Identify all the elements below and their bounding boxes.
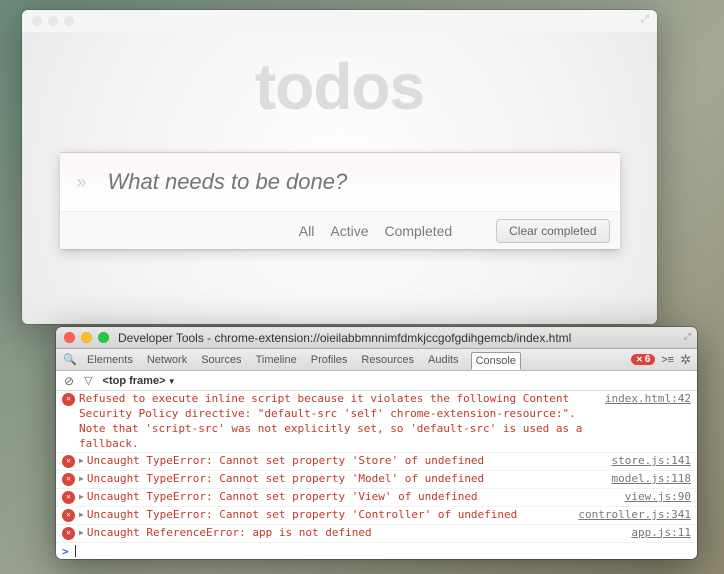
tab-audits[interactable]: Audits (426, 351, 461, 369)
console-error-row: ✕ ▶Uncaught TypeError: Cannot set propert… (56, 507, 697, 525)
log-source-link[interactable]: model.js:118 (612, 472, 691, 487)
error-icon: ✕ (62, 455, 75, 468)
console-error-row: ✕ ▶Uncaught ReferenceError: app is not de… (56, 525, 697, 543)
tab-timeline[interactable]: Timeline (254, 351, 299, 369)
log-source-link[interactable]: controller.js:341 (578, 508, 691, 523)
expand-icon[interactable]: ▶ (79, 474, 84, 485)
devtools-window-title: Developer Tools - chrome-extension://oie… (118, 331, 697, 345)
filter-bar: All Active Completed (299, 223, 452, 239)
clear-completed-button[interactable]: Clear completed (496, 219, 609, 243)
traffic-lights (32, 16, 74, 26)
todo-footer: All Active Completed Clear completed (60, 211, 620, 249)
console-error-row: ✕ Refused to execute inline script becaus… (56, 391, 697, 453)
zoom-icon[interactable] (98, 332, 109, 343)
tab-elements[interactable]: Elements (85, 351, 135, 369)
console-toolbar: ⊘ ▽ <top frame> (56, 371, 697, 391)
expand-icon[interactable]: ▶ (79, 456, 84, 467)
tab-profiles[interactable]: Profiles (309, 351, 350, 369)
console-prompt[interactable]: > (56, 543, 697, 559)
devtools-titlebar: Developer Tools - chrome-extension://oie… (56, 327, 697, 349)
app-titlebar: ⤢ (22, 10, 657, 32)
close-icon[interactable] (32, 16, 42, 26)
log-source-link[interactable]: app.js:11 (631, 526, 691, 541)
log-message: Refused to execute inline script because… (79, 392, 597, 451)
clear-console-icon[interactable]: ⊘ (64, 374, 74, 388)
filter-icon[interactable]: ▽ (84, 374, 92, 387)
log-source-link[interactable]: store.js:141 (612, 454, 691, 469)
devtools-toolbar: 🔍 Elements Network Sources Timeline Profiles… (56, 349, 697, 371)
log-message: Uncaught TypeError: Cannot set property … (87, 490, 617, 505)
filter-all[interactable]: All (299, 223, 315, 239)
console-error-row: ✕ ▶Uncaught TypeError: Cannot set propert… (56, 471, 697, 489)
console-log-area[interactable]: ✕ Refused to execute inline script becaus… (56, 391, 697, 559)
error-icon: ✕ (62, 491, 75, 504)
zoom-icon[interactable] (64, 16, 74, 26)
tab-console[interactable]: Console (471, 352, 521, 370)
error-icon: ✕ (62, 527, 75, 540)
error-count-badge[interactable]: 6 (631, 354, 655, 365)
log-source-link[interactable]: index.html:42 (605, 392, 691, 407)
log-message: Uncaught TypeError: Cannot set property … (87, 472, 604, 487)
todo-card: » All Active Completed Clear completed (60, 152, 620, 249)
todos-app-window: ⤢ todos » All Active Completed Clear com… (22, 10, 657, 324)
log-message: Uncaught TypeError: Cannot set property … (87, 454, 604, 469)
console-error-row: ✕ ▶Uncaught TypeError: Cannot set propert… (56, 453, 697, 471)
fullscreen-icon[interactable]: ⤢ (684, 331, 691, 342)
settings-icon[interactable]: ✲ (680, 352, 691, 368)
devtools-window: Developer Tools - chrome-extension://oie… (56, 327, 697, 559)
tab-sources[interactable]: Sources (199, 351, 243, 369)
inspect-icon[interactable]: 🔍 (62, 353, 78, 366)
filter-completed[interactable]: Completed (384, 223, 452, 239)
tab-network[interactable]: Network (145, 351, 189, 369)
devtools-tabs: Elements Network Sources Timeline Profiles Re… (85, 351, 630, 369)
log-message: Uncaught ReferenceError: app is not defi… (87, 526, 624, 541)
minimize-icon[interactable] (81, 332, 92, 343)
log-message: Uncaught TypeError: Cannot set property … (87, 508, 571, 523)
expand-icon[interactable]: ▶ (79, 528, 84, 539)
fullscreen-icon[interactable]: ⤢ (641, 14, 649, 25)
app-body: todos » All Active Completed Clear compl… (22, 32, 657, 324)
expand-icon[interactable]: ▶ (79, 492, 84, 503)
prompt-caret-icon: > (62, 545, 69, 558)
drawer-toggle-icon[interactable]: >≡ (661, 354, 674, 366)
toggle-all-icon[interactable]: » (60, 172, 104, 193)
app-title: todos (255, 50, 424, 124)
minimize-icon[interactable] (48, 16, 58, 26)
error-icon: ✕ (62, 509, 75, 522)
new-todo-input[interactable] (104, 153, 620, 211)
error-icon: ✕ (62, 473, 75, 486)
log-source-link[interactable]: view.js:90 (625, 490, 691, 505)
text-cursor (75, 545, 76, 557)
error-icon: ✕ (62, 393, 75, 406)
close-icon[interactable] (64, 332, 75, 343)
expand-icon[interactable]: ▶ (79, 510, 84, 521)
frame-selector[interactable]: <top frame> (103, 375, 176, 387)
tab-resources[interactable]: Resources (359, 351, 416, 369)
filter-active[interactable]: Active (330, 223, 368, 239)
console-error-row: ✕ ▶Uncaught TypeError: Cannot set propert… (56, 489, 697, 507)
